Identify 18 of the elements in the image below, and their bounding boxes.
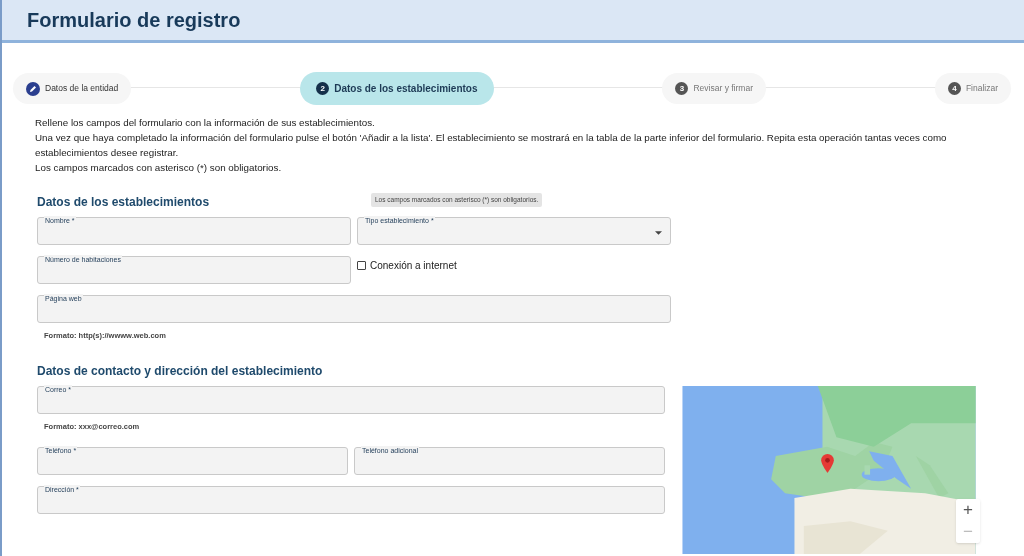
instruction-text: Rellene los campos del formulario con la información de sus establecimientos. [35, 116, 376, 130]
instruction-text: Los campos marcados con asterisco (*) son obligatorios. [35, 161, 283, 175]
section-heading: Datos de contacto y dirección del establecimiento [37, 363, 323, 381]
step-tab[interactable]: 3 Revisar y firmar [662, 73, 766, 104]
pencil-icon [26, 81, 40, 96]
internet-checkbox[interactable]: Conexión a internet [357, 256, 671, 273]
instruction-text: Una vez que haya completado la información del formulario pulse el botón 'Añadir a la lista'. El establecimiento se mostrará en la tabla de la parte inferior del formulario. Repita esta operación tantas veces como establecimientos desee registrar. [35, 131, 948, 160]
map-pin-icon [821, 454, 834, 474]
zoom-in-button[interactable]: + [956, 499, 980, 522]
step-number: 4 [947, 82, 961, 95]
step-tab[interactable]: 4 Finalizar [934, 73, 1011, 104]
section-heading: Datos de los establecimientos [37, 194, 210, 211]
step-tab[interactable]: Datos de la entidad [13, 73, 132, 104]
step-tab[interactable]: 2 Datos de los establecimientos [300, 72, 494, 105]
step-number: 3 [675, 82, 689, 95]
caret-icon [655, 231, 662, 235]
page-title: Formulario de registro [27, 8, 241, 33]
step-number: 2 [316, 82, 330, 95]
